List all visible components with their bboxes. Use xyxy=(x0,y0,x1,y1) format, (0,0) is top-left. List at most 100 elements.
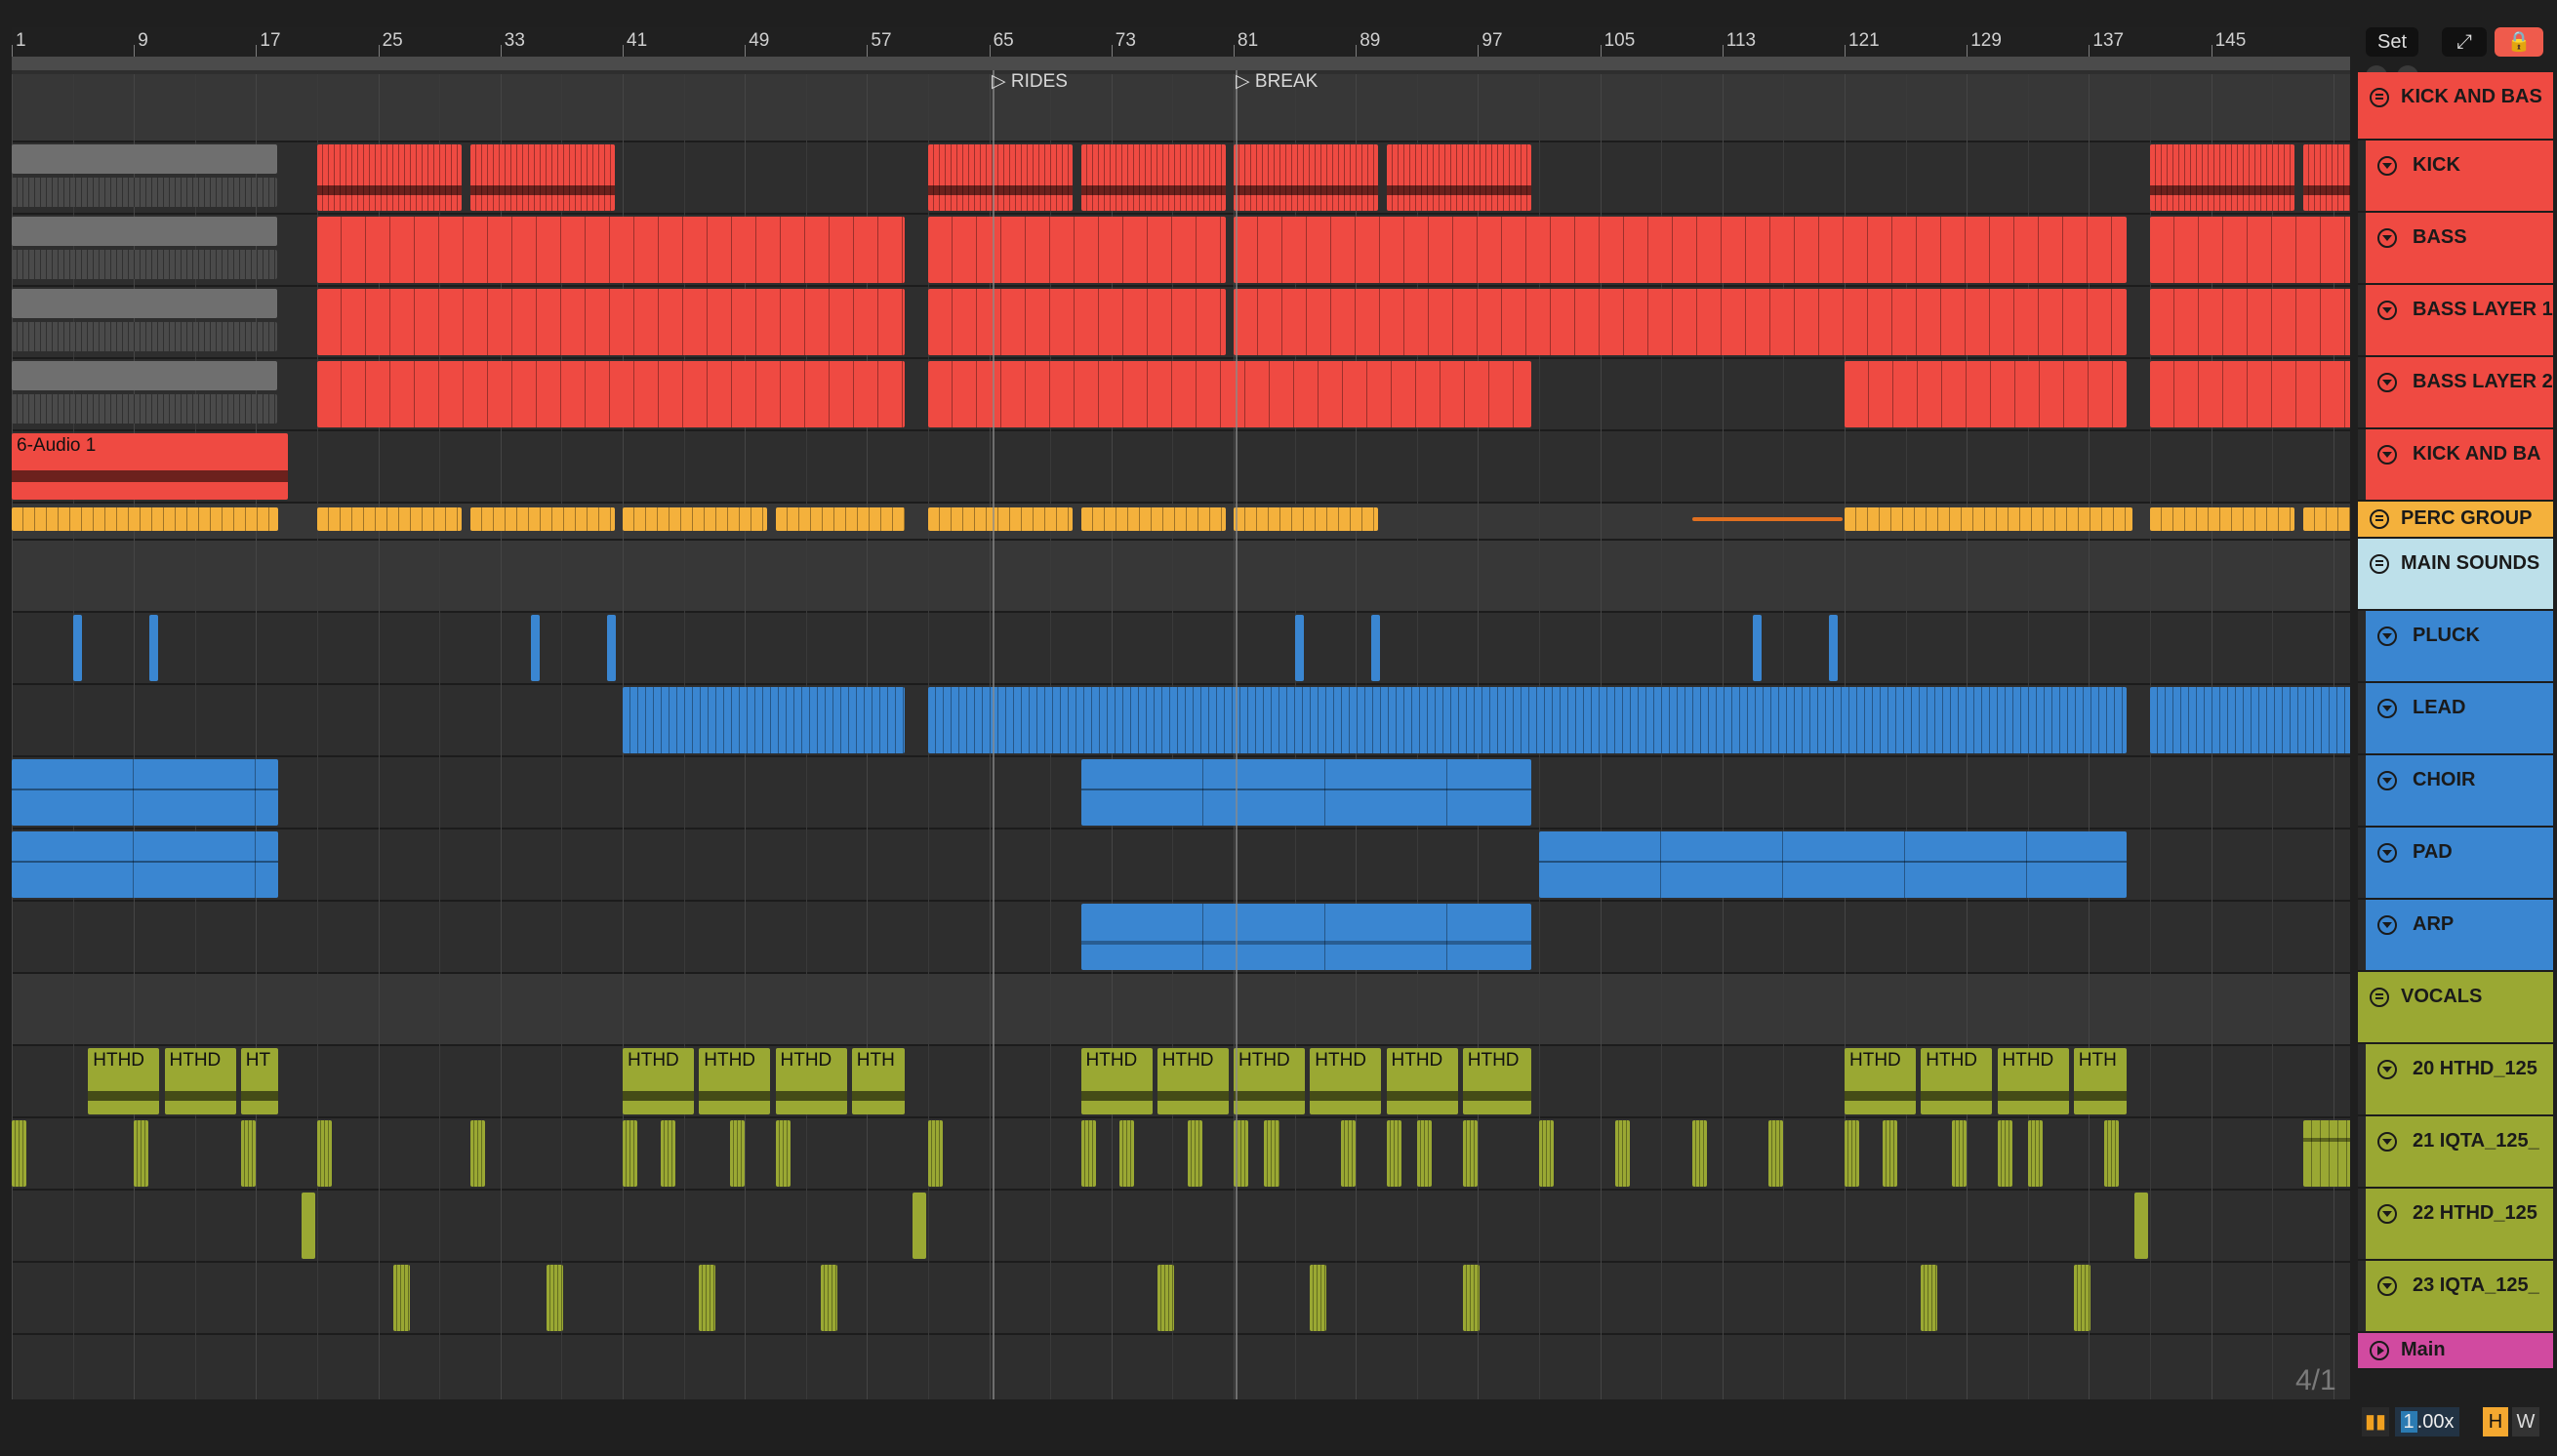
clip[interactable] xyxy=(623,1120,638,1187)
clip[interactable] xyxy=(607,615,617,681)
clip[interactable]: HTHD xyxy=(88,1048,160,1114)
main-fold-icon[interactable] xyxy=(2370,1341,2389,1360)
clip[interactable] xyxy=(1921,1265,1938,1331)
clip[interactable] xyxy=(928,289,1226,355)
clip[interactable] xyxy=(928,144,1074,211)
clip[interactable] xyxy=(12,217,277,246)
clip[interactable]: HTHD xyxy=(1310,1048,1382,1114)
track-header-bass-layer-2[interactable]: BASS LAYER 2 xyxy=(2358,357,2553,429)
clip[interactable]: HTHD xyxy=(164,1048,236,1114)
clip[interactable] xyxy=(699,1265,716,1331)
clip[interactable] xyxy=(1386,1120,1401,1187)
clip[interactable] xyxy=(2150,144,2295,211)
clip[interactable] xyxy=(72,615,82,681)
clip[interactable] xyxy=(1080,144,1226,211)
clip[interactable] xyxy=(2150,361,2350,427)
clip[interactable]: HTHD xyxy=(1845,1048,1917,1114)
track-header-kick-and-ba[interactable]: KICK AND BA xyxy=(2358,429,2553,502)
lock-icon[interactable]: 🔒 xyxy=(2495,27,2543,57)
clip[interactable]: HTHD xyxy=(1462,1048,1531,1114)
track-lane[interactable] xyxy=(12,431,2350,504)
clip[interactable] xyxy=(1462,1120,1478,1187)
group-fold-icon[interactable] xyxy=(2370,988,2389,1007)
clip[interactable] xyxy=(2150,687,2350,753)
clip[interactable] xyxy=(1370,615,1380,681)
track-fold-icon[interactable] xyxy=(2377,1060,2397,1079)
clip[interactable] xyxy=(1080,759,1531,826)
clip[interactable] xyxy=(1951,1120,1967,1187)
clip[interactable]: HTHD xyxy=(623,1048,695,1114)
clip[interactable] xyxy=(1386,144,1531,211)
track-header-perc-group[interactable]: PERC GROUP xyxy=(2358,502,2553,539)
arrangement-view[interactable]: 1 9 17 25 33 41 49 57 65 73 81 89 97 105 113 121 129 137 1… xyxy=(12,27,2350,1399)
track-lane[interactable] xyxy=(12,541,2350,613)
clip[interactable] xyxy=(1118,1120,1134,1187)
clip[interactable]: HTHD xyxy=(699,1048,771,1114)
clip[interactable] xyxy=(1767,1120,1783,1187)
track-header-vocals[interactable]: VOCALS xyxy=(2358,972,2553,1044)
track-lane[interactable] xyxy=(12,74,2350,142)
set-button[interactable]: Set xyxy=(2366,27,2418,57)
clip[interactable] xyxy=(1188,1120,1203,1187)
locator-rides[interactable]: ▷ RIDES xyxy=(992,70,1068,92)
clip[interactable] xyxy=(1753,615,1763,681)
track-header-choir[interactable]: CHOIR xyxy=(2358,755,2553,828)
clip[interactable] xyxy=(1080,904,1531,970)
track-fold-icon[interactable] xyxy=(2377,627,2397,646)
clip[interactable] xyxy=(2150,217,2350,283)
group-fold-icon[interactable] xyxy=(2370,554,2389,574)
clip[interactable] xyxy=(1234,289,2128,355)
clip[interactable] xyxy=(1310,1265,1327,1331)
clip[interactable]: HTH xyxy=(2073,1048,2128,1114)
clip[interactable] xyxy=(1234,507,1379,531)
clip[interactable] xyxy=(148,615,158,681)
track-lane[interactable] xyxy=(12,1263,2350,1335)
clip[interactable] xyxy=(546,1265,563,1331)
track-fold-icon[interactable] xyxy=(2377,1276,2397,1296)
clip[interactable] xyxy=(1264,1120,1279,1187)
track-header-pluck[interactable]: PLUCK xyxy=(2358,611,2553,683)
track-fold-icon[interactable] xyxy=(2377,228,2397,248)
clip[interactable] xyxy=(317,289,906,355)
clip[interactable] xyxy=(134,1120,149,1187)
clip[interactable] xyxy=(469,144,615,211)
waveform-icon[interactable]: ▮▮ xyxy=(2362,1407,2389,1436)
track-lane[interactable] xyxy=(12,613,2350,685)
locator-break[interactable]: ▷ BREAK xyxy=(1236,70,1318,92)
clip[interactable] xyxy=(12,178,277,207)
clip[interactable] xyxy=(2150,289,2350,355)
clip[interactable] xyxy=(12,1120,27,1187)
track-header-lead[interactable]: LEAD xyxy=(2358,683,2553,755)
clip[interactable] xyxy=(1234,144,1379,211)
clip[interactable] xyxy=(1845,507,2133,531)
track-lane[interactable] xyxy=(12,1191,2350,1263)
clip[interactable] xyxy=(1157,1265,1174,1331)
clip[interactable] xyxy=(821,1265,838,1331)
track-header-arp[interactable]: ARP xyxy=(2358,900,2553,972)
clip[interactable] xyxy=(1539,831,2128,898)
clip[interactable] xyxy=(2150,507,2295,531)
w-button[interactable]: W xyxy=(2512,1407,2539,1436)
clip[interactable] xyxy=(928,1120,944,1187)
clip[interactable]: HTH xyxy=(851,1048,906,1114)
clip[interactable]: HTHD xyxy=(1921,1048,1993,1114)
clip[interactable] xyxy=(1883,1120,1898,1187)
group-fold-icon[interactable] xyxy=(2370,88,2389,107)
clip[interactable] xyxy=(1615,1120,1631,1187)
track-fold-icon[interactable] xyxy=(2377,1204,2397,1224)
clip[interactable] xyxy=(1462,1265,1480,1331)
clip[interactable] xyxy=(12,322,277,351)
track-fold-icon[interactable] xyxy=(2377,915,2397,935)
clip[interactable] xyxy=(1691,517,1843,521)
track-header-20-hthd-125[interactable]: 20 HTHD_125 xyxy=(2358,1044,2553,1116)
clip[interactable] xyxy=(1691,1120,1707,1187)
clip[interactable] xyxy=(12,507,279,531)
track-fold-icon[interactable] xyxy=(2377,1132,2397,1152)
track-header-21-iqta-125-[interactable]: 21 IQTA_125_ xyxy=(2358,1116,2553,1189)
clip[interactable] xyxy=(913,1193,926,1259)
clip[interactable]: HTHD xyxy=(1157,1048,1229,1114)
group-fold-icon[interactable] xyxy=(2370,509,2389,529)
clip[interactable]: 6-Audio 1 xyxy=(12,433,288,500)
clip[interactable]: HTHD xyxy=(1386,1048,1458,1114)
clip[interactable] xyxy=(317,361,906,427)
